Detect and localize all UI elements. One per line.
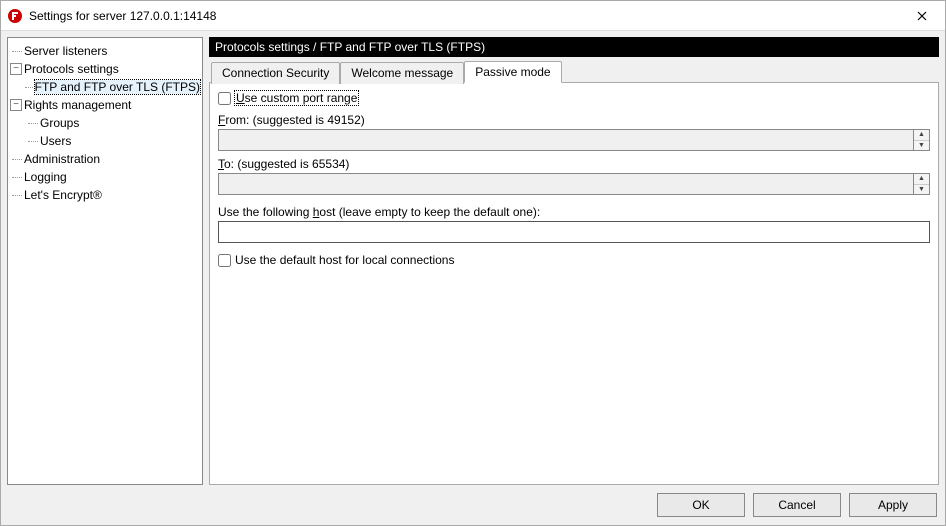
tab-conn-sec[interactable]: Connection Security — [211, 62, 340, 84]
window-title: Settings for server 127.0.0.1:14148 — [29, 9, 899, 23]
settings-window: Settings for server 127.0.0.1:14148 Serv… — [0, 0, 946, 526]
tree-label: Groups — [40, 116, 79, 130]
tab-bar: Connection SecurityWelcome messagePassiv… — [209, 61, 939, 83]
tab-passive[interactable]: Passive mode — [464, 61, 561, 83]
cancel-button[interactable]: Cancel — [753, 493, 841, 517]
tree-item-lets-encrypt[interactable]: Let's Encrypt® — [10, 186, 200, 204]
tree-label: Rights management — [24, 98, 131, 112]
tree-item-administration[interactable]: Administration — [10, 150, 200, 168]
nav-tree[interactable]: Server listeners−Protocols settingsFTP a… — [7, 37, 203, 485]
ok-button[interactable]: OK — [657, 493, 745, 517]
to-port-spinbox: ▲ ▼ — [218, 173, 930, 195]
tree-label: Let's Encrypt® — [24, 188, 102, 202]
default-host-label: Use the default host for local connectio… — [235, 253, 454, 267]
to-port-input[interactable] — [218, 173, 914, 195]
tree-label: Administration — [24, 152, 100, 166]
to-spin-up[interactable]: ▲ — [914, 174, 929, 185]
tab-welcome[interactable]: Welcome message — [340, 62, 464, 84]
content-area: Server listeners−Protocols settingsFTP a… — [1, 31, 945, 485]
tree-label: Users — [40, 134, 71, 148]
tree-label: Protocols settings — [24, 62, 119, 76]
breadcrumb: Protocols settings / FTP and FTP over TL… — [209, 37, 939, 57]
use-custom-port-range-checkbox[interactable] — [218, 92, 231, 105]
default-host-row: Use the default host for local connectio… — [218, 251, 930, 269]
tree-item-users[interactable]: Users — [10, 132, 200, 150]
apply-button[interactable]: Apply — [849, 493, 937, 517]
host-label: Use the following host (leave empty to k… — [218, 205, 930, 219]
tree-label: Logging — [24, 170, 67, 184]
from-label: From: (suggested is 49152) — [218, 113, 930, 127]
default-host-checkbox[interactable] — [218, 254, 231, 267]
tree-label: FTP and FTP over TLS (FTPS) — [35, 80, 200, 94]
to-label: To: (suggested is 65534) — [218, 157, 930, 171]
tree-item-rights-management[interactable]: −Rights management — [10, 96, 200, 114]
tree-label: Server listeners — [24, 44, 107, 58]
from-spin-down[interactable]: ▼ — [914, 141, 929, 151]
main-panel: Protocols settings / FTP and FTP over TL… — [209, 37, 939, 485]
tree-item-ftp-ftps[interactable]: FTP and FTP over TLS (FTPS) — [10, 78, 200, 96]
titlebar: Settings for server 127.0.0.1:14148 — [1, 1, 945, 31]
tree-item-groups[interactable]: Groups — [10, 114, 200, 132]
tree-toggle-protocols-settings[interactable]: − — [10, 63, 22, 75]
host-input[interactable] — [218, 221, 930, 243]
tab-panel-passive: Use custom port range From: (suggested i… — [209, 83, 939, 485]
use-custom-port-range-label: Use custom port range — [235, 91, 358, 105]
from-port-spinbox: ▲ ▼ — [218, 129, 930, 151]
tree-item-protocols-settings[interactable]: −Protocols settings — [10, 60, 200, 78]
from-port-input[interactable] — [218, 129, 914, 151]
dialog-buttons: OK Cancel Apply — [1, 485, 945, 525]
use-custom-port-range-row: Use custom port range — [218, 89, 930, 107]
from-spin-up[interactable]: ▲ — [914, 130, 929, 141]
close-button[interactable] — [899, 1, 945, 31]
to-spin-down[interactable]: ▼ — [914, 185, 929, 195]
tree-item-logging[interactable]: Logging — [10, 168, 200, 186]
tree-toggle-rights-management[interactable]: − — [10, 99, 22, 111]
app-icon — [7, 8, 23, 24]
tree-item-server-listeners[interactable]: Server listeners — [10, 42, 200, 60]
